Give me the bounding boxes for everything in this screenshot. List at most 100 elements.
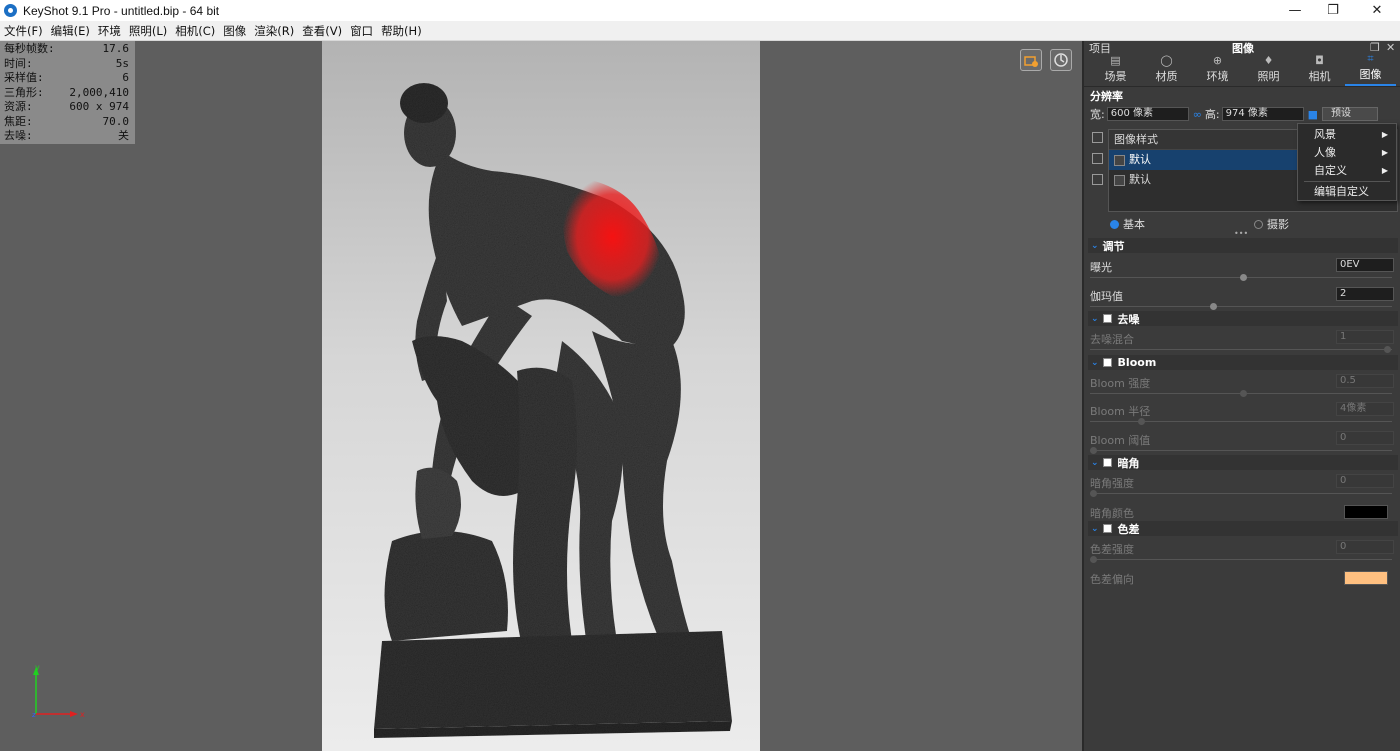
- vignette-strength-slider[interactable]: [1090, 490, 1392, 497]
- bloom-intensity-slider[interactable]: [1090, 390, 1392, 397]
- menu-file[interactable]: 文件(F): [0, 21, 47, 41]
- close-button[interactable]: ✕: [1354, 0, 1400, 21]
- render-viewport[interactable]: 每秒帧数: 17.6 时间: 5s 采样值: 6 三角形: 2,000,410 资源: 6…: [0, 41, 1082, 751]
- submenu-arrow-icon: ▶: [1381, 148, 1388, 157]
- bloom-radius-slider[interactable]: [1090, 418, 1392, 425]
- width-label: 宽:: [1090, 108, 1105, 121]
- height-label: 高:: [1204, 108, 1220, 121]
- undock-icon[interactable]: ❐: [1370, 41, 1380, 54]
- vignette-checkbox[interactable]: [1102, 458, 1112, 467]
- axis-z-label: z: [32, 711, 36, 719]
- lock-resolution-icon[interactable]: ■: [1308, 108, 1318, 121]
- preset-dropdown[interactable]: 预设: [1322, 107, 1379, 121]
- gamma-input[interactable]: 2: [1336, 287, 1394, 301]
- denoise-group[interactable]: ⌄ 去噪: [1088, 311, 1398, 326]
- resolution-heading: 分辨率: [1090, 90, 1123, 103]
- width-input[interactable]: 600 像素: [1106, 107, 1189, 121]
- submenu-arrow-icon: ▶: [1381, 166, 1388, 175]
- axis-y-label: y: [35, 663, 40, 672]
- chromatic-strength-slider[interactable]: [1090, 556, 1392, 563]
- image-style-add-icon[interactable]: [1092, 132, 1103, 143]
- keyshot-logo-icon: [4, 4, 17, 17]
- scene-icon: ▤: [1110, 54, 1121, 67]
- vignette-color-swatch[interactable]: [1344, 505, 1388, 519]
- chromatic-checkbox[interactable]: [1102, 524, 1112, 533]
- realtime-render-icon[interactable]: [1050, 49, 1072, 71]
- menu-window[interactable]: 窗口: [346, 21, 377, 41]
- bloom-intensity-param: Bloom 强度 0.5: [1090, 374, 1396, 390]
- camera-icon: ◘: [1315, 54, 1324, 67]
- menu-edit[interactable]: 编辑(E): [47, 21, 94, 41]
- panel-tabs: ▤ 场景 ◯ 材质 ⊕ 环境 ♦ 照明 ◘ 相机 ⌗ 图像: [1084, 53, 1400, 87]
- render-stats-overlay: 每秒帧数: 17.6 时间: 5s 采样值: 6 三角形: 2,000,410 资源: 6…: [0, 41, 135, 144]
- chromatic-aberration-group[interactable]: ⌄ 色差: [1088, 521, 1398, 536]
- tab-material[interactable]: ◯ 材质: [1141, 55, 1192, 86]
- image-style-delete-icon[interactable]: [1092, 174, 1103, 185]
- menu-divider: [1304, 181, 1390, 182]
- bloom-checkbox[interactable]: [1102, 358, 1112, 367]
- tab-lighting[interactable]: ♦ 照明: [1243, 55, 1294, 86]
- menu-camera[interactable]: 相机(C): [171, 21, 219, 41]
- menu-lighting[interactable]: 照明(L): [125, 21, 171, 41]
- adjust-group[interactable]: ⌄ 调节: [1088, 238, 1398, 253]
- stat-time: 时间: 5s: [4, 56, 129, 70]
- menu-item-landscape[interactable]: 风景 ▶: [1298, 126, 1396, 144]
- style-thumb-icon: [1114, 174, 1125, 186]
- tab-camera[interactable]: ◘ 相机: [1294, 55, 1345, 86]
- menu-help[interactable]: 帮助(H): [377, 21, 426, 41]
- menu-item-edit-custom[interactable]: 编辑自定义: [1298, 183, 1396, 201]
- preset-context-menu: 风景 ▶ 人像 ▶ 自定义 ▶ 编辑自定义: [1297, 123, 1397, 201]
- lighting-icon: ♦: [1263, 54, 1274, 67]
- chromatic-strength-input[interactable]: 0: [1336, 540, 1394, 554]
- image-style-duplicate-icon[interactable]: [1092, 153, 1103, 164]
- menu-environment[interactable]: 环境: [94, 21, 125, 41]
- window-title: KeyShot 9.1 Pro - untitled.bip - 64 bit: [23, 3, 220, 18]
- bloom-threshold-param: Bloom 阈值 0: [1090, 431, 1396, 447]
- stat-resolution: 资源: 600 x 974: [4, 100, 129, 113]
- resolution-row: 宽: 600 像素 ∞ 高: 974 像素 ■ 预设: [1084, 105, 1400, 123]
- tab-scene[interactable]: ▤ 场景: [1090, 55, 1141, 86]
- vignette-group[interactable]: ⌄ 暗角: [1088, 455, 1398, 470]
- vignette-strength-input[interactable]: 0: [1336, 474, 1394, 488]
- mode-basic-radio[interactable]: 基本: [1110, 216, 1145, 232]
- menu-item-custom[interactable]: 自定义 ▶: [1298, 162, 1396, 180]
- bloom-group[interactable]: ⌄ Bloom: [1088, 355, 1398, 370]
- bloom-radius-input[interactable]: 4像素: [1336, 402, 1394, 416]
- maximize-button[interactable]: ❐: [1310, 0, 1356, 21]
- gamma-param: 伽玛值 2: [1090, 287, 1396, 303]
- lock-camera-icon[interactable]: [1020, 49, 1042, 71]
- exposure-slider[interactable]: [1090, 274, 1392, 281]
- mode-photography-radio[interactable]: 摄影: [1254, 216, 1289, 232]
- menu-render[interactable]: 渲染(R): [250, 21, 298, 41]
- bloom-threshold-slider[interactable]: [1090, 447, 1392, 454]
- title-bar: KeyShot 9.1 Pro - untitled.bip - 64 bit …: [0, 0, 1400, 21]
- chromatic-strength-param: 色差强度 0: [1090, 540, 1396, 556]
- axis-gizmo: y x z: [32, 663, 85, 719]
- menu-view[interactable]: 查看(V): [298, 21, 346, 41]
- mode-row: 基本 摄影 •••: [1084, 215, 1400, 238]
- render-image[interactable]: [322, 41, 760, 751]
- tab-image[interactable]: ⌗ 图像: [1345, 53, 1396, 86]
- stat-focal-length: 焦距: 70.0: [4, 114, 129, 128]
- environment-icon: ⊕: [1212, 54, 1223, 67]
- denoise-mix-slider[interactable]: [1090, 346, 1392, 353]
- denoise-mix-input[interactable]: 1: [1336, 330, 1394, 344]
- denoise-checkbox[interactable]: [1102, 314, 1112, 323]
- gamma-slider[interactable]: [1090, 303, 1392, 310]
- tab-environment[interactable]: ⊕ 环境: [1192, 55, 1243, 86]
- panel-close-icon[interactable]: ✕: [1386, 41, 1395, 54]
- chromatic-shift-swatch[interactable]: [1344, 571, 1388, 585]
- menu-item-portrait[interactable]: 人像 ▶: [1298, 144, 1396, 162]
- link-aspect-icon[interactable]: ∞: [1193, 108, 1202, 121]
- more-options-handle[interactable]: •••: [1234, 229, 1248, 238]
- exposure-input[interactable]: 0EV: [1336, 258, 1394, 272]
- denoise-mix-param: 去噪混合 1: [1090, 330, 1396, 346]
- submenu-arrow-icon: ▶: [1381, 130, 1388, 139]
- bloom-threshold-input[interactable]: 0: [1336, 431, 1394, 445]
- material-icon: ◯: [1160, 54, 1173, 67]
- menu-image[interactable]: 图像: [219, 21, 250, 41]
- bloom-intensity-input[interactable]: 0.5: [1336, 374, 1394, 388]
- menu-bar: 文件(F) 编辑(E) 环境 照明(L) 相机(C) 图像 渲染(R) 查看(V…: [0, 21, 1400, 41]
- height-input[interactable]: 974 像素: [1221, 107, 1304, 121]
- vignette-strength-param: 暗角强度 0: [1090, 474, 1396, 490]
